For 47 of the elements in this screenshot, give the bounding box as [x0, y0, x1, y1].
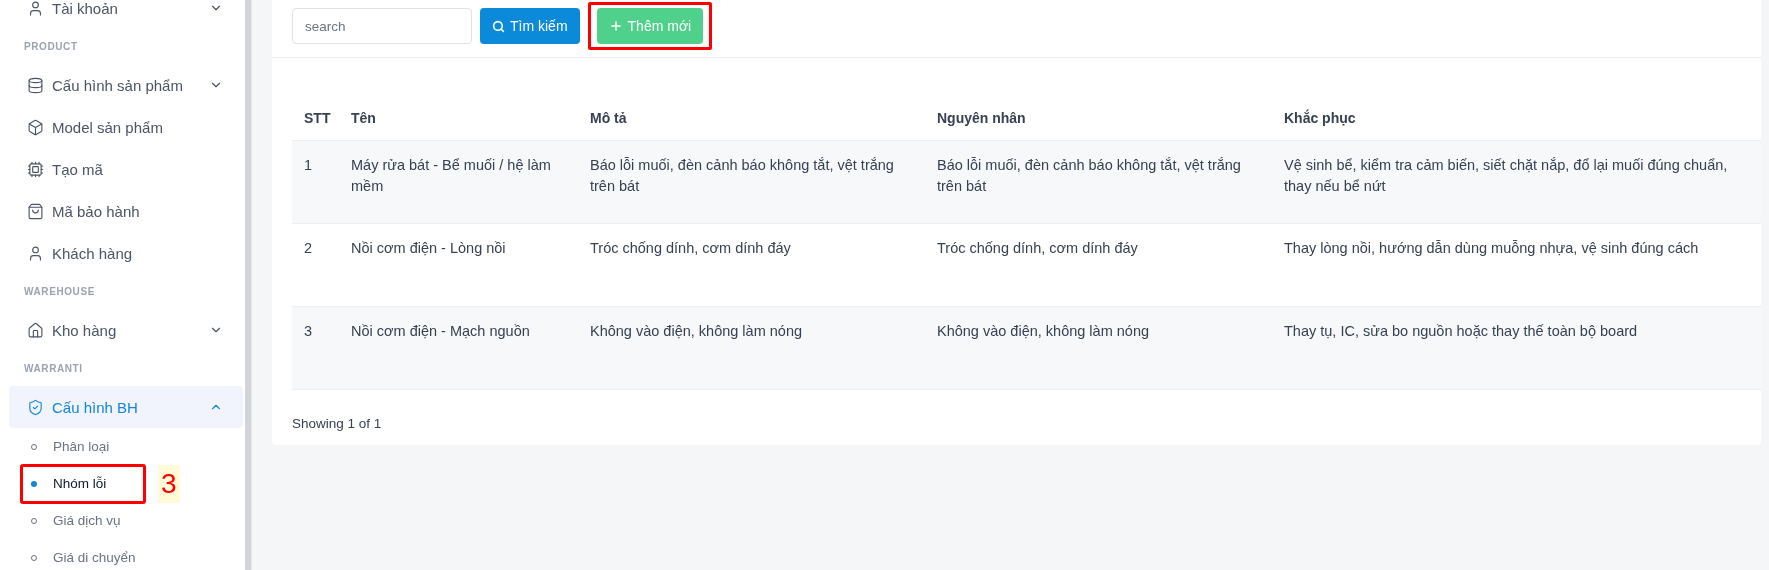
sidebar-item[interactable]: Model sản phẩm — [9, 106, 243, 148]
table-cell-text: 1 — [303, 156, 314, 175]
box-icon — [27, 118, 44, 136]
table-cell-text: Báo lỗi muối, đèn cảnh báo không tắt, vệt trắng trên bát — [936, 156, 1242, 196]
search-icon — [492, 19, 505, 33]
sidebar-item[interactable]: Cấu hình BH — [9, 386, 243, 428]
chip-icon — [27, 160, 44, 178]
sidebar-subitem[interactable]: Nhóm lỗi — [20, 463, 146, 504]
sidebar-item[interactable]: Kho hàng — [9, 309, 243, 351]
table-cell-text: Báo lỗi muối, đèn cảnh báo không tắt, vệt trắng trên bát — [589, 156, 895, 196]
table-cell-text: Thay tụ, IC, sửa bo nguồn hoặc thay thế toàn bộ board — [1283, 322, 1639, 341]
pagination-summary: Showing 1 of 1 — [292, 416, 383, 431]
column-header: Khắc phục — [1283, 108, 1357, 128]
bullet-icon — [31, 480, 37, 487]
table-cell-text: Không vào điện, không làm nóng — [936, 322, 1151, 341]
shield-icon — [27, 398, 44, 416]
column-header: Tên — [350, 109, 377, 128]
sidebar-item[interactable]: Cấu hình sản phẩm — [9, 64, 243, 106]
plus-icon — [608, 19, 623, 33]
table-cell-text: Nồi cơm điện - Mạch nguồn — [350, 322, 531, 341]
annotation-label: 3 — [158, 464, 180, 503]
sidebar-item[interactable]: Khách hàng — [9, 232, 243, 274]
section-heading: PRODUCT — [23, 40, 79, 54]
table-cell-text: Thay lòng nồi, hướng dẫn dùng muỗng nhựa, vệ sinh đúng cách — [1283, 239, 1700, 258]
house-icon — [27, 321, 44, 339]
search-field[interactable]: search — [292, 8, 472, 44]
column-header: Nguyên nhân — [936, 109, 1027, 128]
column-header: STT — [303, 109, 332, 128]
section-heading: WARRANTI — [23, 362, 84, 376]
sidebar-item[interactable]: Tạo mã — [9, 148, 243, 190]
table-cell-text: Vệ sinh bể, kiểm tra cảm biến, siết chặt nắp, đổ lại muối đúng chuẩn, thay nếu bể nứt — [1283, 156, 1729, 196]
bag-icon — [27, 202, 44, 220]
table-cell-text: Tróc chống dính, cơm dính đáy — [589, 239, 792, 258]
user-icon — [27, 0, 44, 17]
table-cell-text: Nồi cơm điện - Lòng nồi — [350, 239, 507, 258]
table-cell-text: Tróc chống dính, cơm dính đáy — [936, 239, 1139, 258]
table-cell-text: 2 — [303, 239, 314, 258]
table-cell-text: Không vào điện, không làm nóng — [589, 322, 804, 341]
column-header: Mô tả — [589, 109, 628, 128]
database-icon — [27, 76, 44, 94]
table-cell-text: 3 — [303, 322, 314, 341]
user-icon — [27, 244, 44, 262]
search-button[interactable]: Tìm kiếm — [480, 8, 580, 44]
table-cell-text: Máy rửa bát - Bể muối / hệ làm mềm — [350, 156, 552, 196]
sidebar-item[interactable]: Tài khoản — [9, 0, 243, 29]
section-heading: WAREHOUSE — [23, 285, 96, 299]
sidebar-item[interactable]: Mã bảo hành — [9, 190, 243, 232]
